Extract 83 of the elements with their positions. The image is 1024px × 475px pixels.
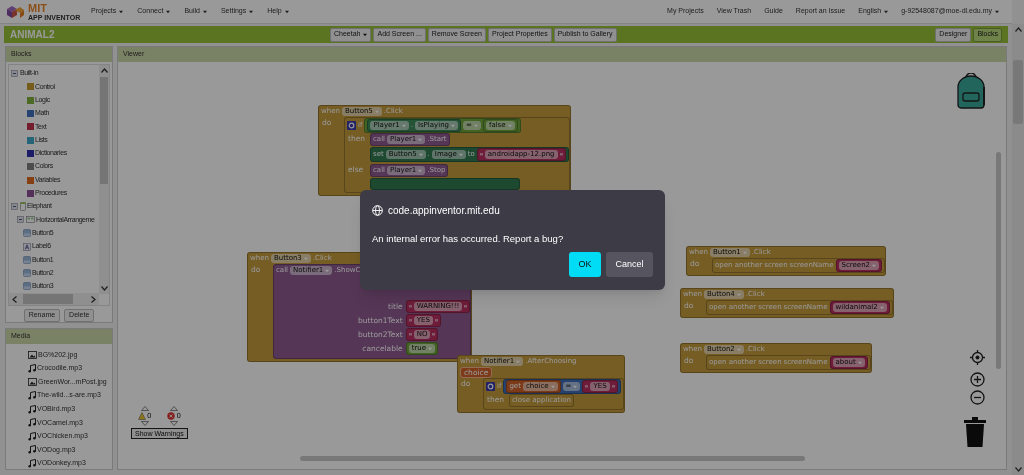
caret-icon [374, 109, 379, 114]
caret-icon [736, 292, 741, 297]
caret-icon [507, 123, 512, 128]
arrow-down-icon[interactable] [140, 421, 149, 426]
dialog-message: An internal error has occurred. Report a bug? [372, 232, 565, 246]
scroll-right-icon[interactable] [91, 295, 96, 303]
globe-icon [372, 205, 383, 216]
arrow-up-icon[interactable] [170, 406, 179, 411]
logo-icon[interactable] [5, 3, 25, 20]
quote-icon [432, 332, 436, 337]
caret-icon [857, 360, 862, 365]
quote-icon [611, 384, 615, 389]
logo-title: MIT [28, 2, 48, 14]
caret-icon [325, 268, 330, 273]
music-note-icon [28, 391, 36, 401]
dialog-origin: code.appinventor.mit.edu [388, 204, 500, 218]
image-file-icon [28, 378, 37, 386]
caret-icon [736, 347, 741, 352]
quote-icon [464, 304, 468, 309]
music-note-icon [28, 459, 36, 469]
collapse-icon[interactable] [17, 216, 24, 224]
music-note-icon [28, 363, 36, 373]
button-icon [23, 282, 31, 291]
caret-icon [401, 123, 406, 128]
music-note-icon [28, 418, 36, 428]
error-icon [167, 412, 176, 420]
image-file-icon [28, 350, 37, 359]
quote-icon [408, 318, 412, 323]
gear-icon[interactable] [347, 121, 356, 130]
collapse-icon[interactable] [11, 203, 18, 211]
caret-icon [516, 359, 521, 364]
caret-icon [428, 346, 433, 351]
quote-icon [559, 152, 563, 157]
warning-icon [137, 412, 146, 420]
dialog-button[interactable]: Cancel [606, 252, 653, 277]
caret-icon [879, 305, 884, 310]
project-title: ANIMAL2 [10, 28, 56, 42]
quote-icon [408, 332, 412, 337]
caret-icon [451, 123, 456, 128]
scrollbar-thumb[interactable] [1013, 60, 1023, 124]
quote-icon [434, 318, 438, 323]
scroll-down-icon[interactable] [1014, 467, 1022, 472]
caret-icon [550, 384, 555, 389]
caret-icon [742, 250, 747, 255]
caret-icon [872, 263, 877, 268]
caret-icon [418, 152, 423, 157]
music-note-icon [28, 404, 36, 414]
label-icon [23, 242, 31, 251]
caret-icon [458, 152, 463, 157]
caret-icon [473, 123, 478, 128]
music-note-icon [28, 431, 36, 441]
quote-icon [479, 152, 483, 157]
scrollbar-thumb[interactable] [300, 456, 805, 461]
quote-icon [408, 304, 412, 309]
page-scrollbar[interactable] [1012, 24, 1024, 475]
caret-icon [418, 168, 423, 173]
backpack-icon[interactable] [954, 73, 988, 109]
scrollbar-thumb[interactable] [100, 77, 108, 184]
scrollbar-thumb[interactable] [996, 152, 1001, 369]
arrow-up-icon[interactable] [140, 406, 149, 411]
arrow-down-icon[interactable] [170, 421, 179, 426]
caret-icon [573, 384, 578, 389]
music-note-icon [28, 445, 36, 455]
scroll-up-icon[interactable] [100, 68, 108, 73]
button-icon [23, 229, 31, 238]
scroll-down-icon[interactable] [100, 286, 108, 291]
caret-icon [303, 256, 308, 261]
button-icon [23, 255, 31, 264]
quote-icon [585, 384, 589, 389]
recenter-icon[interactable] [970, 350, 985, 365]
collapse-icon[interactable] [11, 70, 18, 78]
trash-icon[interactable] [964, 417, 986, 447]
scroll-left-icon[interactable] [12, 295, 17, 303]
phone-icon [20, 202, 26, 212]
scrollbar-thumb[interactable] [23, 294, 73, 304]
caret-icon [418, 137, 423, 142]
gear-icon[interactable] [486, 382, 495, 391]
zoom-out-icon[interactable] [970, 390, 985, 405]
arrangement-icon [26, 216, 35, 224]
scroll-up-icon[interactable] [1014, 27, 1022, 32]
dialog-button[interactable]: OK [569, 252, 601, 277]
button-icon [23, 269, 31, 278]
zoom-in-icon[interactable] [970, 372, 985, 387]
